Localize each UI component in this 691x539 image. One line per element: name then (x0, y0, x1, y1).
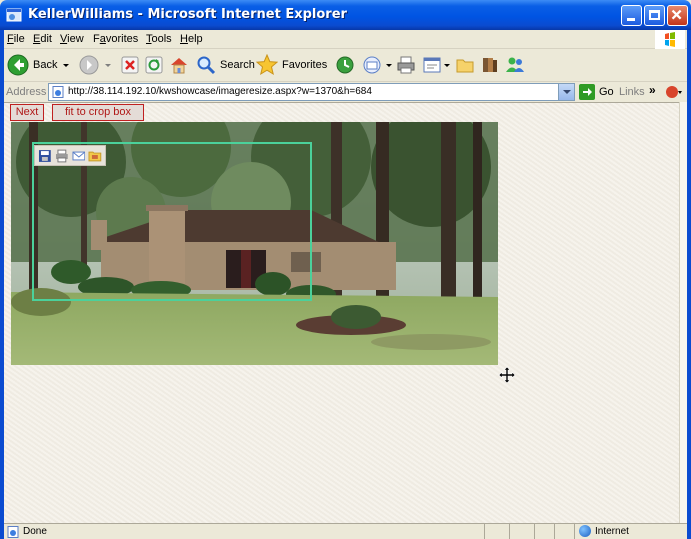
menu-file[interactable]: File (7, 33, 25, 45)
image-toolbar (34, 145, 106, 166)
favorites-button[interactable]: Favorites (256, 52, 327, 78)
chevron-down-icon (444, 64, 450, 67)
move-cursor-icon (498, 366, 516, 384)
forward-arrow-icon (79, 55, 99, 75)
chevron-down-icon (386, 64, 392, 67)
chevron-down-icon (63, 64, 70, 67)
mail-icon (363, 56, 381, 74)
menu-edit[interactable]: Edit (33, 33, 52, 45)
printer-icon (397, 56, 415, 74)
internet-explorer-icon (6, 8, 22, 22)
edit-page-icon (423, 57, 441, 73)
address-dropdown-button[interactable] (558, 84, 574, 100)
search-button[interactable]: Search (196, 52, 255, 78)
search-icon (197, 56, 216, 75)
messenger-button[interactable] (504, 52, 526, 78)
window-frame-right (687, 30, 691, 539)
status-divider (534, 524, 535, 539)
window-title: KellerWilliams - Microsoft Internet Expl… (28, 7, 347, 22)
page-viewport: Next fit to crop box (4, 102, 679, 523)
research-books-icon (483, 58, 497, 72)
folder-icon (456, 59, 474, 73)
go-button[interactable]: Go (579, 84, 614, 100)
edit-button[interactable] (422, 52, 452, 78)
status-divider (484, 524, 485, 539)
status-text: Done (23, 526, 47, 537)
stop-button[interactable] (121, 52, 139, 78)
address-input[interactable]: http://38.114.192.10/kwshowcase/imageres… (48, 83, 575, 101)
print-button[interactable] (396, 52, 416, 78)
page-done-icon (7, 526, 19, 538)
forward-button[interactable] (79, 52, 113, 78)
messenger-icon (506, 57, 524, 72)
menu-favorites[interactable]: Favorites (93, 33, 138, 45)
minimize-button[interactable] (621, 5, 642, 26)
standard-toolbar: Back Search Favorites (4, 49, 687, 82)
windows-logo-icon (655, 30, 685, 49)
vertical-scrollbar[interactable] (679, 102, 687, 523)
my-pictures-folder-icon[interactable] (88, 149, 102, 163)
close-icon (671, 9, 682, 20)
address-url: http://38.114.192.10/kwshowcase/imageres… (68, 86, 372, 97)
home-icon (171, 58, 187, 74)
back-arrow-icon (7, 54, 29, 76)
close-button[interactable] (667, 5, 688, 26)
save-icon[interactable] (38, 149, 52, 163)
stop-icon (121, 56, 139, 74)
history-button[interactable] (335, 52, 355, 78)
globe-icon (579, 525, 591, 537)
status-bar: Done Internet (4, 523, 687, 539)
go-arrow-icon (579, 84, 595, 100)
folder-button[interactable] (455, 52, 475, 78)
chevron-down-icon (105, 64, 111, 67)
refresh-icon (145, 56, 163, 74)
maximize-button[interactable] (644, 5, 665, 26)
window-title-bar[interactable]: KellerWilliams - Microsoft Internet Expl… (0, 0, 691, 30)
next-button[interactable]: Next (10, 104, 44, 121)
status-divider (554, 524, 555, 539)
address-bar: Address http://38.114.192.10/kwshowcase/… (4, 82, 687, 102)
print-icon[interactable] (55, 149, 69, 163)
star-icon (256, 54, 278, 76)
fit-to-crop-box-button[interactable]: fit to crop box (52, 104, 144, 121)
links-overflow-chevron-icon[interactable]: » (649, 83, 656, 97)
history-icon (336, 56, 354, 74)
status-divider (509, 524, 510, 539)
page-icon (52, 86, 64, 98)
house-photo[interactable] (11, 122, 498, 365)
home-button[interactable] (169, 52, 189, 78)
back-button[interactable]: Back (7, 52, 71, 78)
links-toolbar-label[interactable]: Links (619, 86, 645, 98)
email-icon[interactable] (71, 149, 86, 163)
toolbar-extension-icon[interactable] (665, 84, 683, 100)
menu-bar: File Edit View Favorites Tools Help (4, 30, 687, 49)
refresh-button[interactable] (145, 52, 163, 78)
mail-button[interactable] (362, 52, 394, 78)
chevron-down-icon (563, 90, 571, 94)
menu-help[interactable]: Help (180, 33, 203, 45)
menu-tools[interactable]: Tools (146, 33, 172, 45)
address-label: Address (6, 86, 47, 98)
research-button[interactable] (480, 52, 500, 78)
security-zone[interactable]: Internet (574, 524, 687, 539)
menu-view[interactable]: View (60, 33, 84, 45)
